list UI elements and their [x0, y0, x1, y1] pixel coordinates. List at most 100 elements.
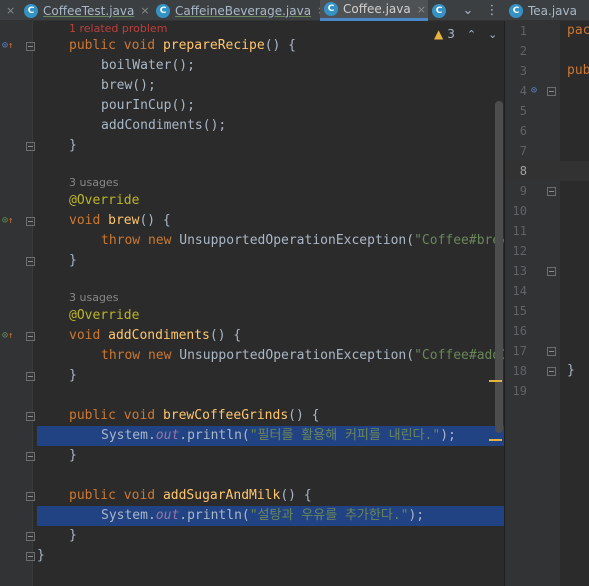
fold-icon[interactable]	[547, 267, 556, 276]
fold-icon[interactable]	[26, 372, 35, 381]
code-line[interactable]: @Override	[0, 306, 504, 326]
tab-tea[interactable]: C Tea.java	[505, 0, 589, 21]
tea-code-text: pub	[567, 63, 589, 78]
code-line[interactable]: }	[0, 366, 504, 386]
tea-code-line[interactable]: 17	[505, 341, 589, 361]
code-line[interactable]: throw new UnsupportedOperationException(…	[0, 346, 504, 366]
c-class-icon: C	[509, 3, 523, 18]
tab-overflow-button[interactable]: ⌄	[456, 0, 480, 21]
line-number: 2	[519, 44, 527, 58]
fold-icon[interactable]	[26, 412, 35, 421]
line-number: 18	[512, 364, 527, 378]
fold-icon[interactable]	[26, 532, 35, 541]
code-line[interactable]: }	[0, 251, 504, 271]
tea-code-line[interactable]: 9	[505, 181, 589, 201]
line-number: 11	[512, 224, 527, 238]
tab-scroll-left[interactable]: ×	[0, 0, 20, 21]
code-line[interactable]: }	[0, 546, 504, 566]
more-vertical-icon: ⋮	[485, 3, 499, 18]
code-line[interactable]: boilWater();	[0, 56, 504, 76]
line-number: 6	[519, 124, 527, 138]
fold-icon[interactable]	[26, 217, 35, 226]
tea-code-line[interactable]: 12	[505, 241, 589, 261]
tea-code-line[interactable]: 10	[505, 201, 589, 221]
code-line[interactable]: ⊙↑ public void prepareRecipe() {	[0, 36, 504, 56]
tab-coffee[interactable]: C Coffee.java ×	[320, 0, 428, 21]
code-line-selected[interactable]: System.out.println("설탕과 우유를 추가한다.");	[37, 506, 504, 526]
fold-icon[interactable]	[26, 492, 35, 501]
related-problem-hint[interactable]: 1 related problem	[69, 21, 167, 36]
line-number: 9	[519, 184, 527, 198]
close-icon[interactable]: ×	[140, 4, 149, 17]
tab-hidden[interactable]: C	[428, 0, 454, 21]
override-icon[interactable]: ⊙↑	[2, 39, 16, 53]
code-line[interactable]: public void addSugarAndMilk() {	[0, 486, 504, 506]
fold-icon[interactable]	[26, 552, 35, 561]
inspection-widget[interactable]: ▲ 3 ⌃ ⌄	[434, 27, 497, 41]
line-number: 19	[512, 384, 527, 398]
close-icon[interactable]: ×	[6, 4, 15, 17]
tea-code-line[interactable]: 19	[505, 381, 589, 401]
editor-pane-tea[interactable]: 1 pac 2 3 pub 4 ⊙ 5 6 7 8 9 10 11 12 13 14 15 16 17 18} 19	[505, 21, 589, 586]
tea-code-line[interactable]: 8	[505, 161, 589, 181]
c-class-icon: C	[156, 3, 170, 18]
tea-code-line[interactable]: 15	[505, 301, 589, 321]
editor-tab-bar: × C CoffeeTest.java × C CaffeineBeverage…	[0, 0, 589, 21]
tea-code-line[interactable]: 6	[505, 121, 589, 141]
tea-code-line[interactable]: 3 pub	[505, 61, 589, 81]
warning-count: 3	[447, 27, 455, 41]
code-line[interactable]: public void brewCoffeeGrinds() {	[0, 406, 504, 426]
previous-highlight-icon[interactable]: ⌃	[467, 28, 476, 41]
editor-pane-coffee[interactable]: 1 related problem ⊙↑ public void prepare…	[0, 21, 504, 586]
code-line[interactable]: ⊙↑ void addCondiments() {	[0, 326, 504, 346]
next-highlight-icon[interactable]: ⌄	[488, 28, 497, 41]
code-line[interactable]: ⊙↑ void brew() {	[0, 211, 504, 231]
close-icon[interactable]: ×	[417, 3, 426, 16]
code-line[interactable]: }	[0, 136, 504, 156]
tea-code-line[interactable]: 5	[505, 101, 589, 121]
line-number: 8	[519, 164, 527, 178]
implements-icon[interactable]: ⊙↑	[2, 329, 16, 343]
warning-stripe-marker[interactable]	[489, 439, 502, 441]
code-line[interactable]: }	[0, 446, 504, 466]
implements-icon[interactable]: ⊙↑	[2, 214, 16, 228]
fold-icon[interactable]	[26, 332, 35, 341]
tea-code-line[interactable]: 11	[505, 221, 589, 241]
override-icon[interactable]: ⊙	[531, 84, 545, 98]
tea-code-line[interactable]: 14	[505, 281, 589, 301]
tea-code-line[interactable]: 2	[505, 41, 589, 61]
fold-icon[interactable]	[547, 347, 556, 356]
tea-code-line[interactable]: 1 pac	[505, 21, 589, 41]
code-line[interactable]: @Override	[0, 191, 504, 211]
c-class-icon: C	[24, 3, 38, 18]
tea-code-line[interactable]: 18}	[505, 361, 589, 381]
warning-stripe-marker[interactable]	[489, 380, 502, 382]
line-number: 16	[512, 324, 527, 338]
line-number: 14	[512, 284, 527, 298]
tab-menu-button[interactable]: ⋮	[482, 0, 502, 21]
fold-icon[interactable]	[26, 257, 35, 266]
tab-coffeetest[interactable]: C CoffeeTest.java ×	[20, 0, 152, 21]
code-line[interactable]: }	[0, 526, 504, 546]
fold-icon[interactable]	[547, 87, 556, 96]
fold-icon[interactable]	[26, 142, 35, 151]
tea-code-line[interactable]: 13	[505, 261, 589, 281]
tab-caffeinebeverage[interactable]: C CaffeineBeverage.java ×	[152, 0, 320, 21]
vertical-scrollbar[interactable]	[495, 101, 503, 433]
code-line[interactable]: brew();	[0, 76, 504, 96]
fold-icon[interactable]	[26, 42, 35, 51]
code-line[interactable]: throw new UnsupportedOperationException(…	[0, 231, 504, 251]
fold-icon[interactable]	[547, 187, 556, 196]
usages-hint[interactable]: 3 usages	[69, 175, 118, 190]
fold-icon[interactable]	[547, 367, 556, 376]
fold-icon[interactable]	[26, 452, 35, 461]
code-line[interactable]: addCondiments();	[0, 116, 504, 136]
tea-code-line[interactable]: 16	[505, 321, 589, 341]
usages-hint[interactable]: 3 usages	[69, 290, 118, 305]
line-number: 5	[519, 104, 527, 118]
tea-code-text: }	[567, 363, 575, 378]
code-line-selected[interactable]: System.out.println("필터를 활용해 커피를 내린다.");	[37, 426, 504, 446]
tea-code-line[interactable]: 7	[505, 141, 589, 161]
tea-code-line[interactable]: 4 ⊙	[505, 81, 589, 101]
code-line[interactable]: pourInCup();	[0, 96, 504, 116]
